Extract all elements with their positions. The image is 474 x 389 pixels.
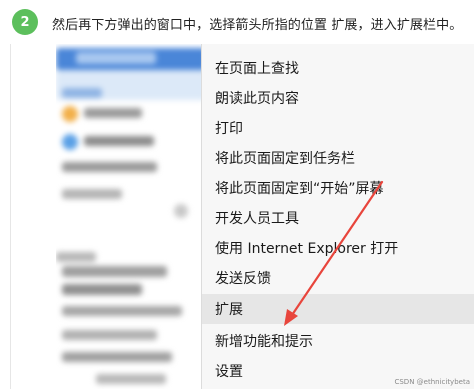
step-instruction: 然后再下方弹出的窗口中，选择箭头所指的位置 扩展，进入扩展栏中。 <box>52 18 463 33</box>
step-number-badge: 2 <box>12 9 38 35</box>
menu-item-read-aloud[interactable]: 朗读此页内容 <box>202 83 474 113</box>
browser-context-menu: 在页面上查找 朗读此页内容 打印 将此页面固定到任务栏 将此页面固定到“开始”屏… <box>201 44 474 389</box>
menu-item-extensions[interactable]: 扩展 <box>202 294 474 324</box>
blurred-page-content <box>56 44 206 389</box>
watermark: CSDN @ethnicitybeta <box>394 378 470 386</box>
menu-item-pin-to-taskbar[interactable]: 将此页面固定到任务栏 <box>202 143 474 173</box>
browser-screenshot: 在页面上查找 朗读此页内容 打印 将此页面固定到任务栏 将此页面固定到“开始”屏… <box>56 44 474 389</box>
menu-item-print[interactable]: 打印 <box>202 113 474 143</box>
menu-item-find-on-page[interactable]: 在页面上查找 <box>202 53 474 83</box>
left-divider <box>10 44 11 389</box>
menu-item-pin-to-start[interactable]: 将此页面固定到“开始”屏幕 <box>202 173 474 203</box>
menu-item-send-feedback[interactable]: 发送反馈 <box>202 263 474 293</box>
menu-item-whats-new[interactable]: 新增功能和提示 <box>202 326 474 356</box>
step-number: 2 <box>20 14 30 30</box>
menu-item-developer-tools[interactable]: 开发人员工具 <box>202 203 474 233</box>
menu-item-open-with-ie[interactable]: 使用 Internet Explorer 打开 <box>202 233 474 263</box>
